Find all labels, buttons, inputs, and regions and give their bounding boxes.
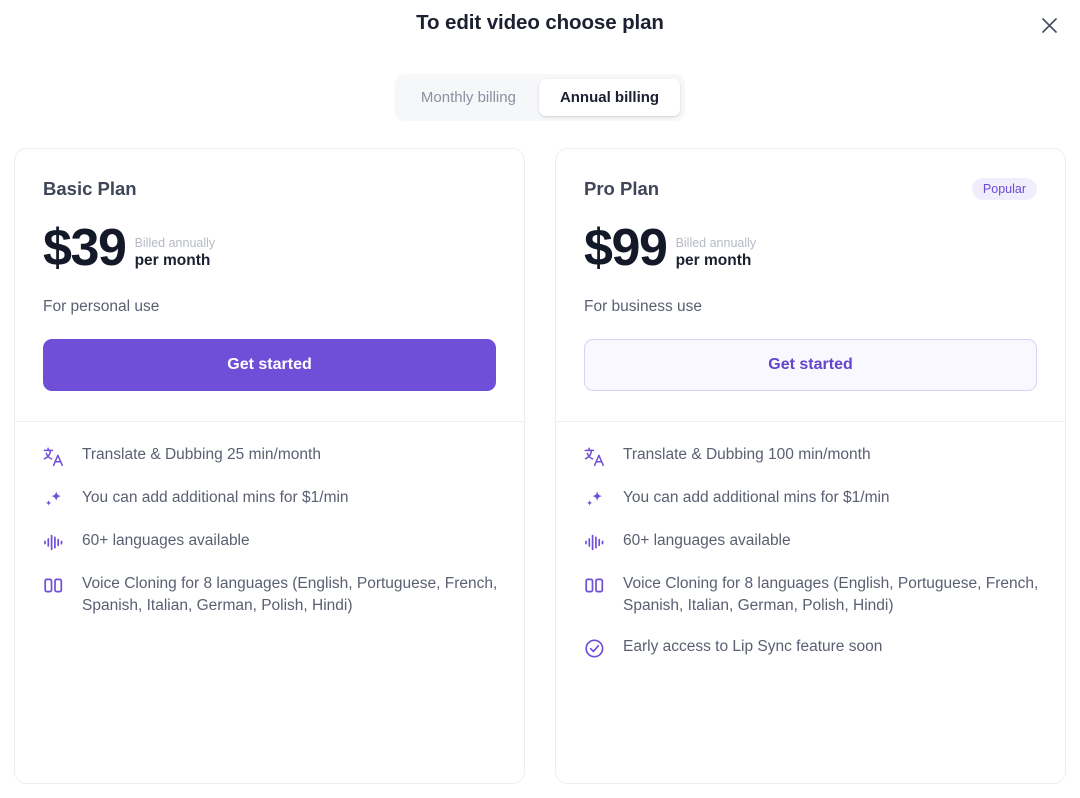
plan-pro-price-row: $99 Billed annually per month <box>584 225 1037 273</box>
translate-icon <box>41 445 67 469</box>
plan-pro-get-started-button[interactable]: Get started <box>584 339 1037 391</box>
plans-container: Basic Plan $39 Billed annually per month… <box>0 148 1080 784</box>
list-item: Translate & Dubbing 100 min/month <box>582 444 1039 469</box>
plan-pro-audience: For business use <box>584 298 1037 316</box>
feature-label: 60+ languages available <box>82 530 250 552</box>
plan-basic-top: Basic Plan $39 Billed annually per month… <box>15 149 524 421</box>
plan-pro-price: $99 <box>584 225 667 273</box>
pricing-modal: To edit video choose plan Monthly billin… <box>0 0 1080 798</box>
plan-card-pro: Pro Plan Popular $99 Billed annually per… <box>555 148 1066 784</box>
list-item: Early access to Lip Sync feature soon <box>582 636 1039 661</box>
plan-pro-top: Pro Plan Popular $99 Billed annually per… <box>556 149 1065 421</box>
feature-label: Translate & Dubbing 100 min/month <box>623 444 871 466</box>
page-title: To edit video choose plan <box>416 11 664 35</box>
plan-basic-features: Translate & Dubbing 25 min/month You can… <box>15 422 524 644</box>
feature-label: You can add additional mins for $1/min <box>82 487 349 509</box>
plan-basic-name-row: Basic Plan <box>43 176 496 202</box>
modal-header: To edit video choose plan <box>0 0 1080 46</box>
list-item: 60+ languages available <box>582 530 1039 555</box>
plan-pro-features: Translate & Dubbing 100 min/month You ca… <box>556 422 1065 687</box>
list-item: Translate & Dubbing 25 min/month <box>41 444 498 469</box>
plan-card-basic: Basic Plan $39 Billed annually per month… <box>14 148 525 784</box>
translate-icon <box>582 445 608 469</box>
voice-clone-icon <box>582 574 608 598</box>
feature-label: Translate & Dubbing 25 min/month <box>82 444 321 466</box>
feature-label: 60+ languages available <box>623 530 791 552</box>
plan-basic-audience: For personal use <box>43 298 496 316</box>
status-badge: Popular <box>972 178 1037 200</box>
plan-pro-billed-note: Billed annually <box>676 236 757 252</box>
feature-label: Early access to Lip Sync feature soon <box>623 636 882 658</box>
plan-pro-period: per month <box>676 251 757 270</box>
sparkles-icon <box>582 488 608 512</box>
tab-monthly-billing[interactable]: Monthly billing <box>400 79 537 116</box>
plan-basic-price-meta: Billed annually per month <box>135 236 216 273</box>
voice-clone-icon <box>41 574 67 598</box>
close-button[interactable] <box>1032 8 1066 42</box>
sparkles-icon <box>41 488 67 512</box>
feature-label: You can add additional mins for $1/min <box>623 487 890 509</box>
list-item: Voice Cloning for 8 languages (English, … <box>582 573 1039 618</box>
list-item: You can add additional mins for $1/min <box>582 487 1039 512</box>
feature-label: Voice Cloning for 8 languages (English, … <box>82 573 498 618</box>
plan-basic-name: Basic Plan <box>43 178 137 200</box>
plan-pro-name: Pro Plan <box>584 178 659 200</box>
waveform-icon <box>41 531 67 555</box>
plan-basic-price-row: $39 Billed annually per month <box>43 225 496 273</box>
tab-annual-billing[interactable]: Annual billing <box>539 79 680 116</box>
billing-toggle-wrap: Monthly billing Annual billing <box>0 74 1080 121</box>
plan-pro-price-meta: Billed annually per month <box>676 236 757 273</box>
billing-toggle: Monthly billing Annual billing <box>395 74 685 121</box>
list-item: You can add additional mins for $1/min <box>41 487 498 512</box>
plan-basic-period: per month <box>135 251 216 270</box>
plan-basic-get-started-button[interactable]: Get started <box>43 339 496 391</box>
plan-pro-name-row: Pro Plan Popular <box>584 176 1037 202</box>
close-icon <box>1040 16 1059 35</box>
plan-basic-price: $39 <box>43 225 126 273</box>
feature-label: Voice Cloning for 8 languages (English, … <box>623 573 1039 618</box>
check-circle-icon <box>582 637 608 661</box>
waveform-icon <box>582 531 608 555</box>
list-item: 60+ languages available <box>41 530 498 555</box>
list-item: Voice Cloning for 8 languages (English, … <box>41 573 498 618</box>
plan-basic-billed-note: Billed annually <box>135 236 216 252</box>
